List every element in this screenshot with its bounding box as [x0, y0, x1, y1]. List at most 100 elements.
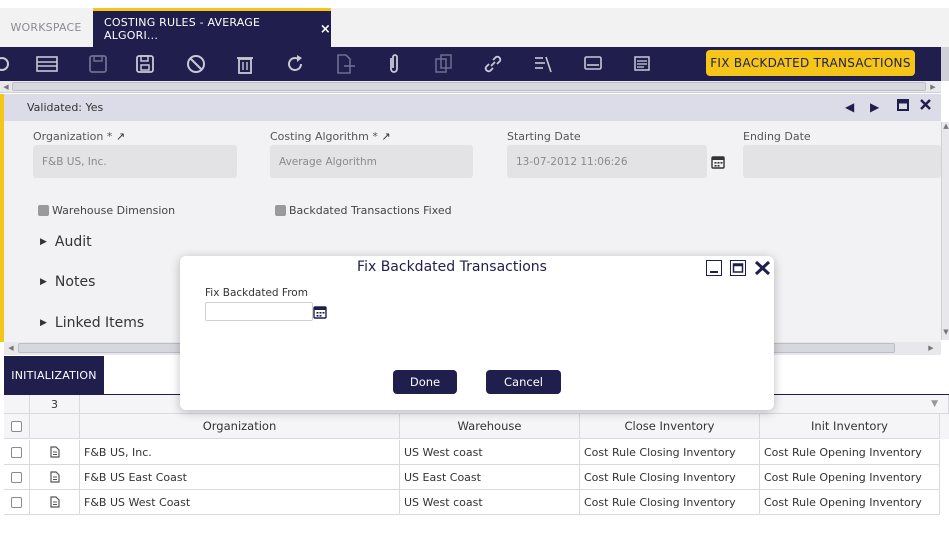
- row-checkbox[interactable]: [4, 465, 30, 490]
- organization-label: Organization * ↗: [33, 130, 126, 143]
- save-icon[interactable]: [86, 53, 110, 75]
- warehouse-dimension-checkbox[interactable]: Warehouse Dimension: [38, 204, 175, 217]
- tab-initialization[interactable]: INITIALIZATION: [4, 356, 104, 394]
- close-form-icon[interactable]: [919, 98, 932, 114]
- expand-notes-icon: ▶: [40, 277, 47, 287]
- row-checkbox[interactable]: [4, 440, 30, 465]
- starting-date-label: Starting Date: [507, 130, 581, 143]
- scroll-down-icon[interactable]: ▼: [942, 328, 949, 340]
- grid-view-icon[interactable]: [581, 53, 605, 75]
- scroll-thumb[interactable]: [12, 82, 926, 91]
- previous-record-icon[interactable]: ◀: [845, 100, 854, 114]
- table-row[interactable]: F&B US East Coast US East Coast Cost Rul…: [4, 465, 949, 490]
- ending-date-label: Ending Date: [743, 130, 811, 143]
- column-header-close-inventory[interactable]: Close Inventory: [580, 414, 760, 439]
- ending-date-field[interactable]: [743, 145, 941, 178]
- costing-algorithm-label: Costing Algorithm * ↗: [270, 130, 391, 143]
- cancel-button[interactable]: Cancel: [486, 370, 561, 394]
- maximize-form-icon[interactable]: [897, 99, 909, 114]
- done-button[interactable]: Done: [393, 370, 457, 394]
- record-count: 3: [30, 395, 80, 414]
- grid-header-row: Organization Warehouse Close Inventory I…: [4, 414, 949, 439]
- section-audit[interactable]: ▶ Audit: [40, 234, 92, 250]
- cancel-icon[interactable]: [184, 53, 208, 75]
- row-document-icon[interactable]: [30, 490, 80, 515]
- attachment-icon[interactable]: [382, 53, 406, 75]
- save-and-close-icon[interactable]: [134, 53, 158, 75]
- scroll-left-icon[interactable]: ◀: [1, 81, 11, 92]
- cell-init-inventory: Cost Rule Opening Inventory: [760, 440, 940, 465]
- link-icon[interactable]: [481, 53, 505, 75]
- scroll-right-icon[interactable]: ▶: [926, 342, 936, 353]
- scroll-right-icon[interactable]: ▶: [928, 81, 938, 92]
- section-audit-label: Audit: [54, 234, 92, 250]
- notes-icon[interactable]: [630, 53, 654, 75]
- close-tab-icon[interactable]: ×: [320, 22, 331, 37]
- column-header-organization[interactable]: Organization: [80, 414, 400, 439]
- cell-organization: F&B US West Coast: [80, 490, 400, 515]
- backdated-fixed-checkbox[interactable]: Backdated Transactions Fixed: [275, 204, 452, 217]
- filter-cell: [4, 395, 30, 414]
- fix-backdated-dialog: Fix Backdated Transactions Fix Backdated…: [180, 256, 774, 410]
- scroll-up-icon[interactable]: ▲: [942, 122, 949, 134]
- warehouse-dimension-label: Warehouse Dimension: [52, 204, 176, 217]
- cell-warehouse: US West coast: [400, 490, 580, 515]
- status-bar: Validated: Yes ◀ ▶: [4, 94, 941, 121]
- copy-icon[interactable]: [432, 53, 456, 75]
- refresh-icon[interactable]: [283, 53, 307, 75]
- warehouse-dimension-check-box[interactable]: [38, 205, 49, 216]
- scroll-left-icon[interactable]: ◀: [6, 342, 16, 353]
- fix-backdated-from-calendar-icon[interactable]: [313, 304, 327, 323]
- column-header-init-inventory[interactable]: Init Inventory: [760, 414, 940, 439]
- validated-status: Validated: Yes: [27, 101, 104, 114]
- cell-init-inventory: Cost Rule Opening Inventory: [760, 465, 940, 490]
- cell-init-inventory: Cost Rule Opening Inventory: [760, 490, 940, 515]
- costing-algorithm-field[interactable]: Average Algorithm: [270, 145, 473, 178]
- tab-bar: WORKSPACE COSTING RULES - AVERAGE ALGORI…: [0, 8, 949, 47]
- row-document-icon[interactable]: [30, 440, 80, 465]
- organization-value: F&B US, Inc.: [42, 155, 107, 168]
- cell-close-inventory: Cost Rule Closing Inventory: [580, 440, 760, 465]
- tab-workspace[interactable]: WORKSPACE: [0, 8, 92, 47]
- minimize-dialog-icon[interactable]: [706, 260, 722, 276]
- starting-date-calendar-icon[interactable]: [711, 154, 725, 173]
- costing-algorithm-value: Average Algorithm: [279, 155, 377, 168]
- next-record-icon[interactable]: ▶: [870, 100, 879, 114]
- expand-audit-icon: ▶: [40, 237, 47, 247]
- fix-backdated-from-input[interactable]: [205, 302, 313, 321]
- cell-close-inventory: Cost Rule Closing Inventory: [580, 465, 760, 490]
- table-row[interactable]: F&B US West Coast US West coast Cost Rul…: [4, 490, 949, 515]
- toolbar: FIX BACKDATED TRANSACTIONS: [0, 47, 949, 81]
- section-linked-items[interactable]: ▶ Linked Items: [40, 315, 144, 331]
- fix-backdated-from-label: Fix Backdated From: [205, 287, 308, 299]
- new-document-icon[interactable]: [0, 53, 14, 75]
- form-vertical-scrollbar[interactable]: ▲ ▼: [941, 122, 949, 340]
- table-row[interactable]: F&B US, Inc. US West coast Cost Rule Clo…: [4, 440, 949, 465]
- toolbar-scroll-handle[interactable]: [941, 47, 949, 81]
- section-linked-items-label: Linked Items: [54, 315, 145, 331]
- cell-organization: F&B US East Coast: [80, 465, 400, 490]
- fix-backdated-transactions-button[interactable]: FIX BACKDATED TRANSACTIONS: [706, 50, 915, 76]
- close-dialog-icon[interactable]: [754, 260, 771, 276]
- new-record-icon[interactable]: [36, 53, 60, 75]
- starting-date-field[interactable]: 13-07-2012 11:06:26: [507, 145, 707, 178]
- select-all-checkbox[interactable]: [4, 414, 30, 439]
- row-document-icon[interactable]: [30, 465, 80, 490]
- cell-close-inventory: Cost Rule Closing Inventory: [580, 490, 760, 515]
- audit-icon[interactable]: [531, 53, 555, 75]
- starting-date-value: 13-07-2012 11:06:26: [516, 155, 628, 168]
- tab-costing-rules[interactable]: COSTING RULES - AVERAGE ALGORI... ×: [93, 8, 331, 47]
- section-notes[interactable]: ▶ Notes: [40, 274, 95, 290]
- toolbar-horizontal-scrollbar[interactable]: ◀ ▶: [0, 81, 941, 93]
- cell-organization: F&B US, Inc.: [80, 440, 400, 465]
- column-header-warehouse[interactable]: Warehouse: [400, 414, 580, 439]
- maximize-dialog-icon[interactable]: [730, 260, 746, 276]
- delete-icon[interactable]: [233, 53, 257, 75]
- row-checkbox[interactable]: [4, 490, 30, 515]
- organization-field[interactable]: F&B US, Inc.: [33, 145, 237, 178]
- cell-warehouse: US East Coast: [400, 465, 580, 490]
- export-icon[interactable]: [333, 53, 357, 75]
- dialog-title: Fix Backdated Transactions: [357, 259, 547, 275]
- backdated-fixed-check-box[interactable]: [275, 205, 286, 216]
- section-notes-label: Notes: [54, 274, 96, 290]
